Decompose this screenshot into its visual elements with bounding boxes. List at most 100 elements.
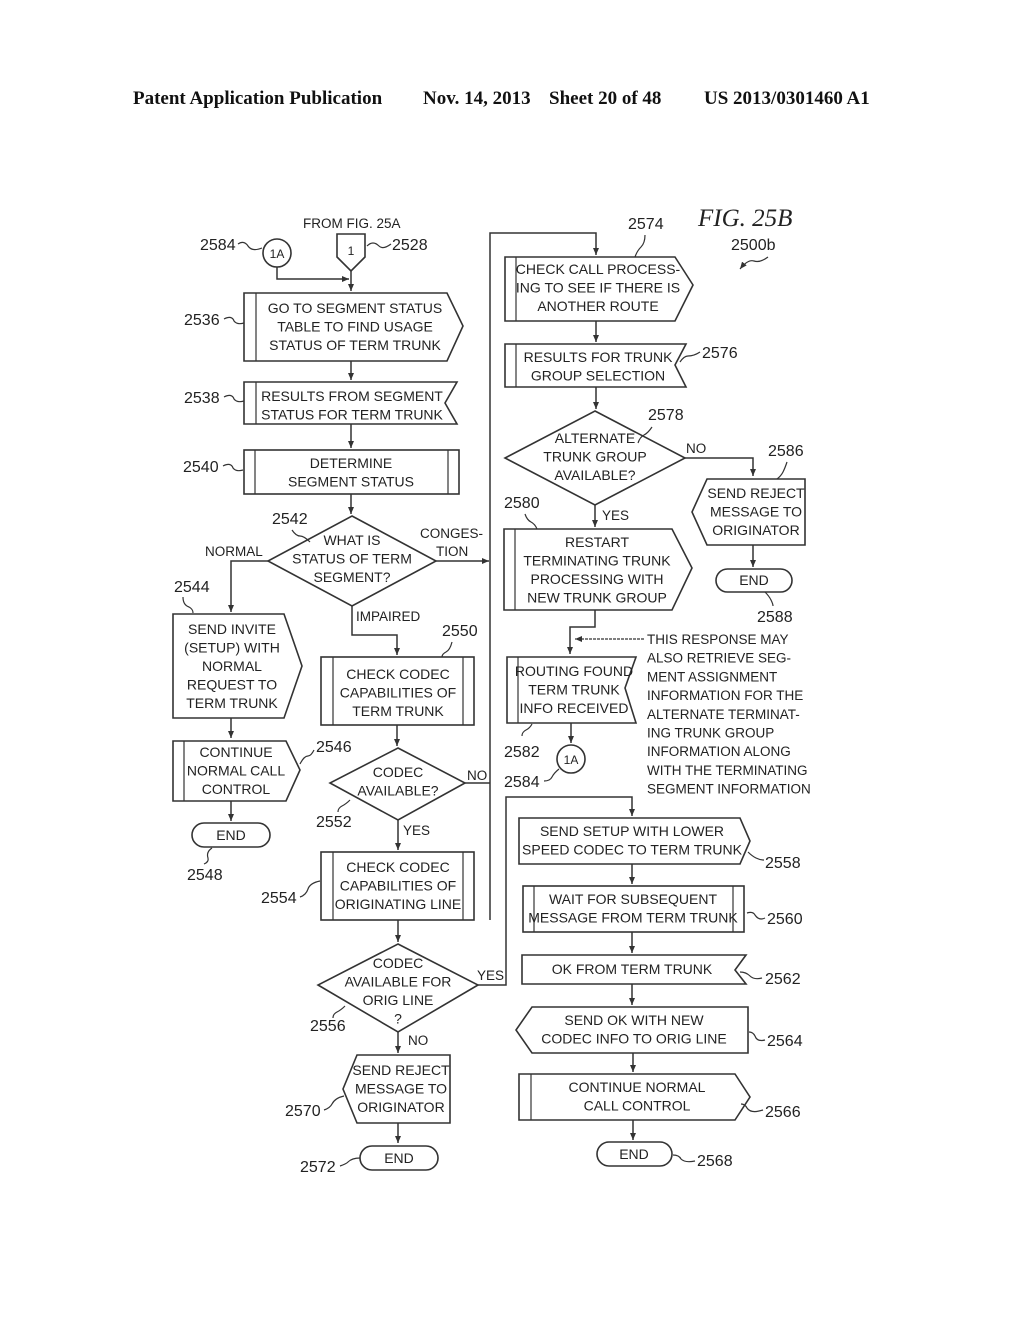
node-text-line: SEND OK WITH NEW: [564, 1012, 704, 1028]
node-text-line: AVAILABLE?: [357, 783, 438, 799]
svg-text:1A: 1A: [270, 247, 285, 261]
node-text-line: (SETUP) WITH: [184, 640, 280, 656]
figure-ref-arrow: [739, 256, 769, 270]
node-text-line: END: [739, 572, 769, 588]
node-text-line: INFORMATION FOR THE: [647, 688, 803, 703]
node-text-line: TERM TRUNK: [352, 703, 444, 719]
ref-2582: 2582: [504, 744, 540, 761]
process-2566: CONTINUE NORMAL CALL CONTROL: [518, 1073, 751, 1121]
node-text-line: INFO RECEIVED: [520, 700, 629, 716]
node-text-line: RESULTS FROM SEGMENT: [261, 388, 443, 404]
edge-label-congestion-1: CONGES-: [420, 526, 483, 541]
display-2564: SEND OK WITH NEW CODEC INFO TO ORIG LINE: [515, 1006, 749, 1054]
input-2538: RESULTS FROM SEGMENT STATUS FOR TERM TRUN…: [243, 381, 459, 425]
node-text-line: WHAT IS: [323, 532, 380, 548]
node-text-line: ALTERNATE: [555, 430, 635, 446]
node-text-line: SEND REJECT: [707, 485, 805, 501]
leader-line: [182, 596, 194, 614]
node-text-line: END: [216, 827, 246, 843]
leader-line: [740, 1103, 764, 1113]
node-text: END: [739, 572, 769, 588]
node-text-line: STATUS OF TERM TRUNK: [269, 337, 441, 353]
terminator-2572: END: [359, 1145, 439, 1171]
input-2576: RESULTS FOR TRUNK GROUP SELECTION: [504, 343, 688, 388]
leader-line: [524, 513, 538, 530]
output-2586: SEND REJECT MESSAGE TO ORIGINATOR: [691, 478, 806, 546]
edge-label-yes-2556: YES: [477, 968, 504, 983]
leader-line: [237, 241, 263, 251]
node-text-line: TERMINATING TRUNK: [523, 553, 671, 569]
ref-2576: 2576: [702, 345, 738, 362]
node-text-line: TRUNK GROUP: [543, 449, 646, 465]
edge-label-yes-2552: YES: [403, 823, 430, 838]
leader-line: [543, 768, 560, 782]
node-text: SEND REJECT MESSAGE TO ORIGINATOR: [707, 485, 805, 538]
ref-2548: 2548: [187, 867, 223, 884]
ref-2558: 2558: [765, 855, 801, 872]
subprocess-2540: DETERMINE SEGMENT STATUS: [243, 449, 460, 495]
leader-line: [299, 880, 321, 898]
node-text-line: RESULTS FOR TRUNK: [524, 349, 673, 365]
node-text-line: WAIT FOR SUBSEQUENT: [549, 891, 717, 907]
ref-2568: 2568: [697, 1153, 733, 1170]
node-text-line: CHECK CODEC: [346, 859, 449, 875]
edge-label-no-2556: NO: [408, 1033, 428, 1048]
node-text-line: MESSAGE TO: [355, 1081, 447, 1097]
node-text: ALTERNATE TRUNK GROUP AVAILABLE?: [543, 430, 646, 483]
node-text-line: CAPABILITIES OF: [340, 685, 456, 701]
node-text-line: AVAILABLE FOR: [345, 974, 452, 990]
ref-2540: 2540: [183, 459, 219, 476]
output-2558: SEND SETUP WITH LOWER SPEED CODEC TO TERM…: [518, 817, 751, 865]
node-text-line: TERM TRUNK: [528, 682, 620, 698]
terminator-2568: END: [596, 1141, 673, 1167]
node-text-line: SEGMENT?: [313, 569, 390, 585]
terminator-2548: END: [191, 822, 271, 848]
node-text-line: SEND SETUP WITH LOWER: [540, 823, 724, 839]
node-text-line: END: [619, 1146, 649, 1162]
leader-line: [764, 591, 774, 607]
node-text-line: GO TO SEGMENT STATUS: [268, 300, 443, 316]
input-2562: OK FROM TERM TRUNK: [521, 954, 748, 985]
process-2580: RESTART TERMINATING TRUNK PROCESSING WITH N…: [503, 528, 693, 611]
ref-2574: 2574: [628, 216, 664, 233]
node-text-line: ROUTING FOUND: [515, 663, 633, 679]
leader-line: [299, 749, 315, 765]
edge-label-yes-2578: YES: [602, 508, 629, 523]
ref-2584-top: 2584: [200, 237, 236, 254]
edge-label-normal: NORMAL: [205, 544, 263, 559]
ref-2550: 2550: [442, 623, 478, 640]
node-text-line: INFORMATION ALONG: [647, 744, 791, 759]
node-text-line: ORIGINATOR: [712, 522, 799, 538]
ref-2528: 2528: [392, 237, 428, 254]
node-text-line: NEW TRUNK GROUP: [527, 590, 667, 606]
ref-2578: 2578: [648, 407, 684, 424]
node-text-line: CONTROL: [202, 781, 271, 797]
leader-line: [748, 1031, 766, 1042]
node-text-line: ALTERNATE TERMINAT-: [647, 707, 800, 722]
leader-line: [222, 463, 244, 472]
node-text-line: REQUEST TO: [187, 677, 277, 693]
terminator-2588: END: [715, 568, 793, 593]
ref-2556: 2556: [310, 1018, 346, 1035]
connector-1a-top: 1A: [262, 238, 292, 268]
node-text-line: SEGMENT INFORMATION: [647, 782, 811, 797]
ref-2560: 2560: [767, 911, 803, 928]
node-text-line: OK FROM TERM TRUNK: [552, 961, 713, 977]
node-text: CHECK CODEC CAPABILITIES OF TERM TRUNK: [340, 666, 456, 719]
node-text-line: MESSAGE TO: [710, 504, 802, 520]
node-text: GO TO SEGMENT STATUS TABLE TO FIND USAGE S…: [268, 300, 443, 353]
node-text: CHECK CODEC CAPABILITIES OF ORIGINATING LI…: [335, 859, 462, 912]
leader-line: [291, 529, 311, 543]
svg-text:1: 1: [348, 244, 355, 258]
leader-line: [332, 1005, 346, 1019]
node-text-line: ALSO RETRIEVE SEG-: [647, 651, 791, 666]
node-text-line: CONTINUE NORMAL: [569, 1079, 706, 1095]
ref-2544: 2544: [174, 579, 210, 596]
node-text-line: PROCESSING WITH: [530, 571, 663, 587]
node-text-line: TABLE TO FIND USAGE: [277, 319, 433, 335]
figure-ref: 2500b: [731, 237, 776, 254]
node-text-line: CONTINUE: [199, 744, 272, 760]
ref-2570: 2570: [285, 1103, 321, 1120]
decision-2542: WHAT IS STATUS OF TERM SEGMENT?: [266, 515, 438, 607]
node-text-line: ING TRUNK GROUP: [647, 726, 774, 741]
